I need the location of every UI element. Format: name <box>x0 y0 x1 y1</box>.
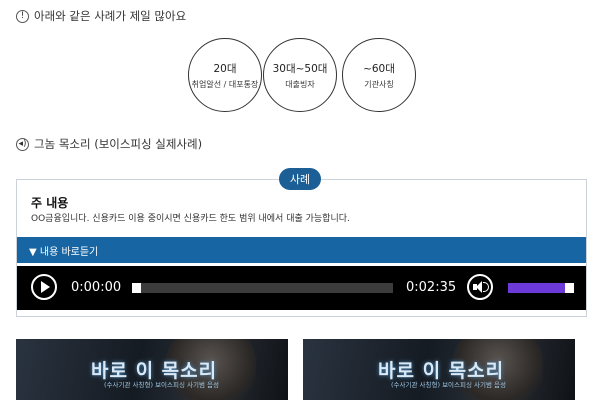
volume-slider[interactable] <box>508 283 574 293</box>
case-age: ~60대 <box>363 62 395 75</box>
listen-toggle[interactable]: ▼ 내용 바로듣기 <box>17 237 586 263</box>
case-keyword: 취업알선 / 대포통장 <box>191 79 259 89</box>
section-header-voice: ◂) 그놈 목소리 (보이스피싱 실제사례) <box>16 136 202 152</box>
volume-knob[interactable] <box>565 283 574 293</box>
example-heading: 주 내용 <box>31 196 69 210</box>
banner-subtitle: (수사기관 사칭형) 보이스피싱 사기범 음성 <box>104 381 219 389</box>
seek-bar[interactable] <box>132 283 393 293</box>
current-time: 0:00:00 <box>71 280 122 295</box>
voice-banner-1[interactable]: 바로 이 목소리 (수사기관 사칭형) 보이스피싱 사기범 음성 <box>16 339 288 400</box>
case-keyword: 기관사칭 <box>364 79 394 89</box>
example-body: OO금융입니다. 신용카드 이용 중이시면 신용카드 한도 범위 내에서 대출 … <box>31 214 350 224</box>
voice-banner-2[interactable]: 바로 이 목소리 (수사기관 사칭형) 보이스피싱 사기범 음성 <box>303 339 575 400</box>
case-age: 20대 <box>213 62 237 75</box>
section-header-cases: ! 아래와 같은 사례가 제일 많아요 <box>16 8 186 24</box>
example-badge: 사례 <box>279 168 321 190</box>
audio-player: 0:00:00 0:02:35 <box>17 266 586 310</box>
section-title: 아래와 같은 사례가 제일 많아요 <box>34 9 187 23</box>
section-title: 그놈 목소리 (보이스피싱 실제사례) <box>34 137 203 151</box>
banner-subtitle: (수사기관 사칭형) 보이스피싱 사기범 음성 <box>391 381 506 389</box>
case-circle-20s: 20대 취업알선 / 대포통장 <box>188 38 262 112</box>
seek-knob[interactable] <box>132 283 141 293</box>
volume-icon[interactable] <box>467 274 493 300</box>
case-circle-60s: ~60대 기관사칭 <box>342 38 416 112</box>
shortcut-label: ▼ 내용 바로듣기 <box>29 246 99 258</box>
case-keyword: 대출빙자 <box>285 79 315 89</box>
exclamation-circle-icon: ! <box>16 9 29 23</box>
speaker-circle-icon: ◂) <box>16 137 29 151</box>
play-button[interactable] <box>31 274 57 300</box>
duration: 0:02:35 <box>406 280 457 295</box>
case-circle-30s-50s: 30대~50대 대출빙자 <box>263 38 337 112</box>
case-age: 30대~50대 <box>272 62 328 75</box>
example-panel: 주 내용 OO금융입니다. 신용카드 이용 중이시면 신용카드 한도 범위 내에… <box>16 179 587 317</box>
